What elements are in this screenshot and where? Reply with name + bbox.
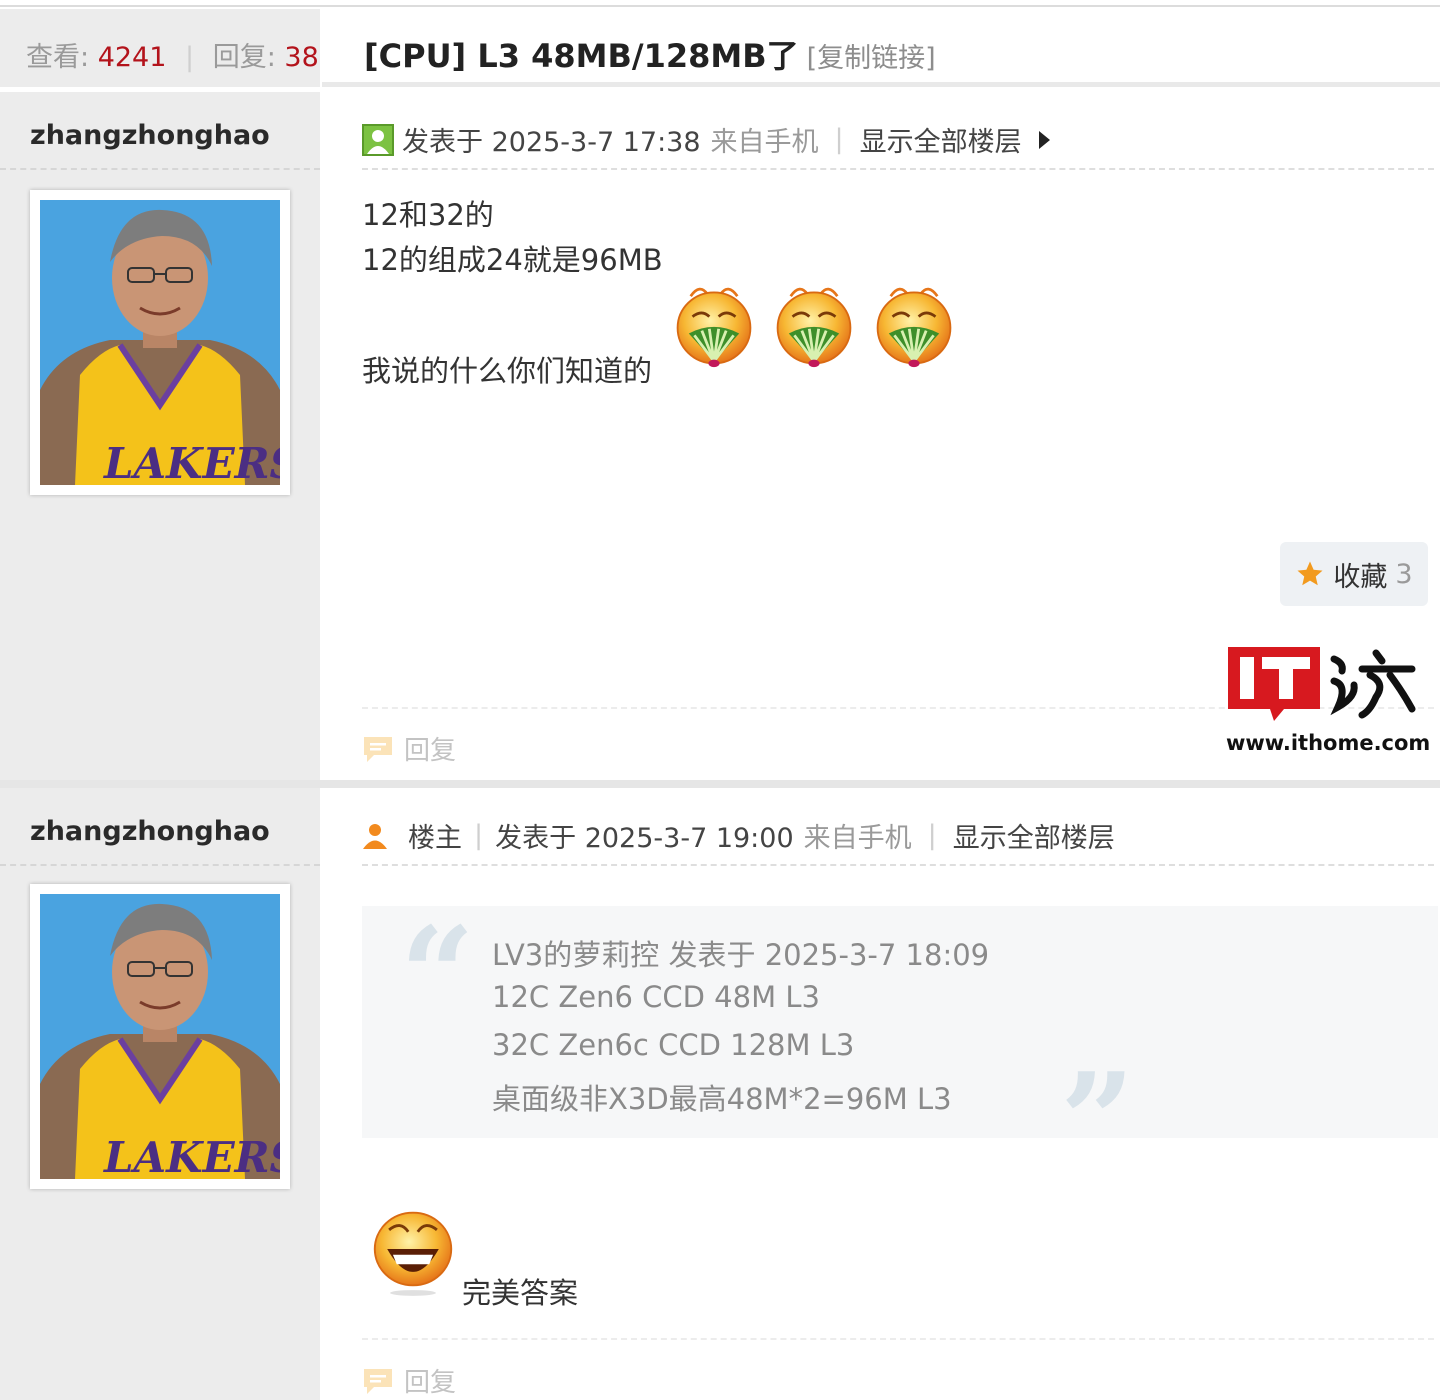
show-all-floors-link[interactable]: 显示全部楼层 [953, 816, 1115, 855]
post-2-source: 来自手机 [803, 823, 912, 854]
post-2-role-badge: 楼主 [408, 823, 462, 854]
quote-line-2: 32C Zen6c CCD 128M L3 [492, 1028, 855, 1062]
divider [0, 168, 320, 170]
post-1-avatar[interactable] [30, 190, 290, 495]
close-quote-icon: ” [1060, 1044, 1135, 1197]
post-2-avatar[interactable] [30, 884, 290, 1189]
avatar-image [40, 200, 280, 485]
thread-stats-panel: 查看: 4241 | 回复: 38 [0, 9, 320, 87]
post-1-line-2: 12的组成24就是96MB [362, 243, 663, 277]
post-1-meta: 发表于 2025-3-7 17:38 来自手机 | 显示全部楼层 [362, 120, 1052, 159]
thread-stats: 查看: 4241 | 回复: 38 [26, 35, 319, 74]
replies-label: 回复: [212, 42, 276, 73]
meta-separator: | [834, 124, 844, 155]
copy-link-button[interactable]: [复制链接] [807, 43, 936, 74]
post-2-author-panel: zhangzhonghao [0, 788, 320, 1400]
fan-emoji-icon [872, 278, 956, 374]
views-label: 查看: [26, 42, 90, 73]
stats-separator: | [185, 42, 195, 73]
post-2-content: 完美答案 [462, 1276, 579, 1310]
post-1-line-3: 我说的什么你们知道的 [362, 354, 653, 388]
comment-icon [364, 736, 392, 762]
reply-label: 回复 [404, 1368, 457, 1398]
top-border [0, 0, 1440, 7]
avatar-image [40, 894, 280, 1179]
post-1-source: 来自手机 [710, 127, 819, 158]
views-count: 4241 [97, 42, 167, 73]
favorite-button[interactable]: 收藏 3 [1280, 542, 1428, 606]
meta-separator: | [474, 820, 484, 851]
post-2-quote: “ LV3的萝莉控 发表于 2025-3-7 18:09 12C Zen6 CC… [362, 898, 1438, 1186]
thread-title: [CPU] L3 48MB/128MB了 [364, 37, 799, 75]
divider [362, 1338, 1434, 1340]
reply-label: 回复 [404, 736, 457, 766]
quote-header: LV3的萝莉控 发表于 2025-3-7 18:09 [492, 938, 990, 972]
post-2-reply-button[interactable]: 回复 [362, 1362, 456, 1399]
online-status-icon [362, 123, 394, 156]
fan-emoji-icon [772, 278, 856, 374]
post-1-username[interactable]: zhangzhonghao [30, 120, 270, 151]
divider [0, 864, 320, 866]
thread-title-row: [CPU] L3 48MB/128MB了 [复制链接] [364, 31, 936, 77]
post-2-username[interactable]: zhangzhonghao [30, 816, 270, 847]
thread-title-bar: [CPU] L3 48MB/128MB了 [复制链接] [322, 9, 1440, 87]
comment-icon [364, 1368, 392, 1394]
post-2-meta: 楼主 | 发表于 2025-3-7 19:00 来自手机 | 显示全部楼层 [362, 816, 1115, 855]
ithome-watermark: www.ithome.com [1226, 645, 1430, 760]
favorite-label: 收藏 [1333, 561, 1388, 593]
divider [362, 168, 1434, 170]
post-1-line-1: 12和32的 [362, 198, 494, 232]
post-1-time: 发表于 2025-3-7 17:38 [402, 127, 701, 158]
meta-separator: | [927, 820, 937, 851]
post-1-author-panel: zhangzhonghao [0, 92, 320, 780]
post-separator [0, 780, 1440, 788]
quote-line-1: 12C Zen6 CCD 48M L3 [492, 980, 820, 1014]
watermark-url: www.ithome.com [1226, 731, 1431, 755]
favorite-count: 3 [1395, 558, 1413, 590]
post-2: 楼主 | 发表于 2025-3-7 19:00 来自手机 | 显示全部楼层 “ … [322, 788, 1440, 1400]
replies-count: 38 [284, 42, 319, 73]
user-icon [363, 823, 387, 849]
post-1-reply-button[interactable]: 回复 [362, 730, 456, 767]
star-icon [1297, 561, 1323, 586]
ithome-logo [1228, 647, 1416, 721]
triangle-right-icon[interactable] [1036, 129, 1052, 151]
laughing-emoji-icon [370, 1200, 456, 1298]
open-quote-icon: “ [400, 898, 475, 1051]
quote-line-3: 桌面级非X3D最高48M*2=96M L3 [492, 1082, 952, 1116]
fan-emoji-icon [672, 278, 756, 374]
show-all-floors-link[interactable]: 显示全部楼层 [860, 120, 1022, 159]
post-2-time: 发表于 2025-3-7 19:00 [495, 823, 794, 854]
divider [362, 864, 1434, 866]
